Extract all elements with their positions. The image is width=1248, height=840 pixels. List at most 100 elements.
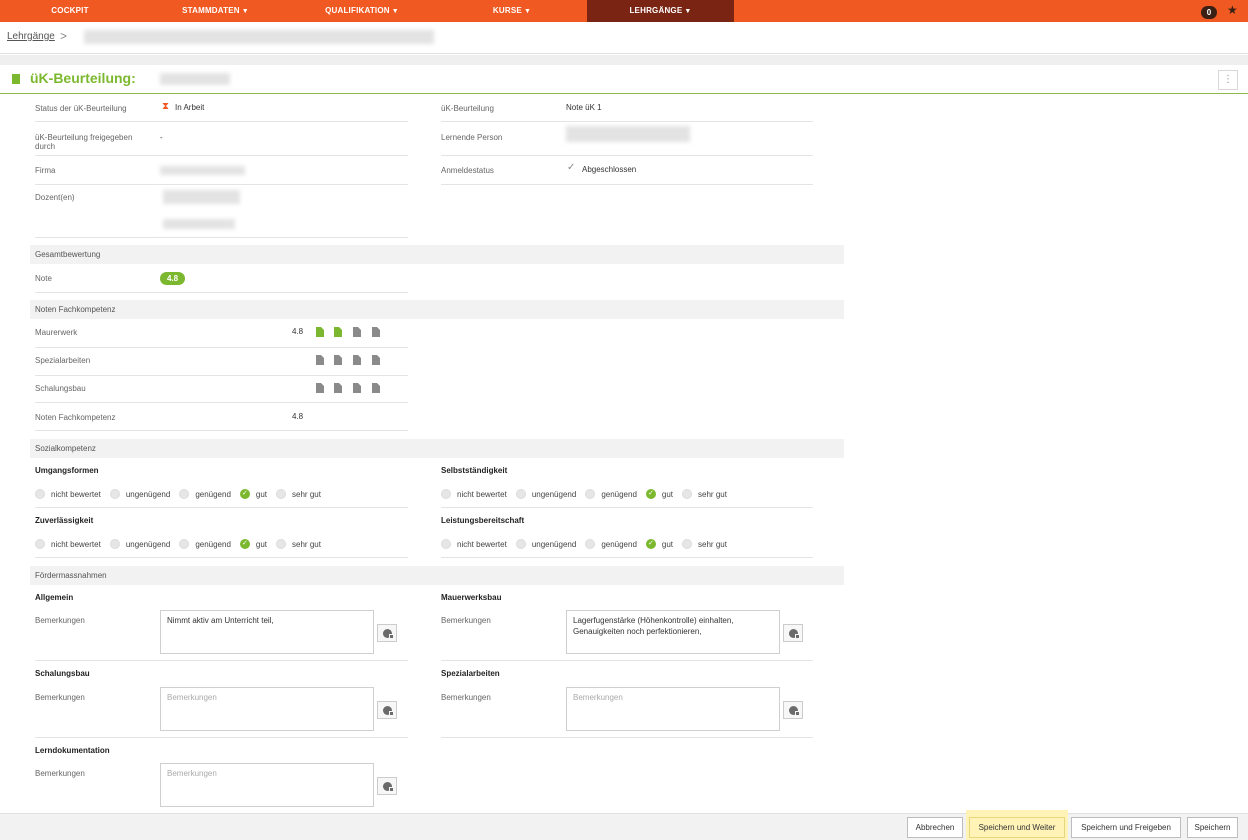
nav-kurse[interactable]: KURSE ▼ xyxy=(442,0,582,22)
divider xyxy=(35,184,408,185)
radio-button[interactable] xyxy=(35,539,45,549)
radio-button[interactable] xyxy=(276,539,287,549)
nav-lehrgaenge[interactable]: LEHRGÄNGE ▼ xyxy=(587,0,734,22)
radio-button[interactable] xyxy=(109,539,120,549)
breadcrumb-lehrgaenge-link[interactable]: Lehrgänge xyxy=(7,31,55,42)
mauerwerksbau-remarks-textarea[interactable]: Lagerfugenstärke (Höhenkontrolle) einhal… xyxy=(566,610,780,654)
selbststaendigkeit-radio-group: nicht bewertet ungenügend genügend ✓ gut … xyxy=(441,488,736,500)
more-options-button[interactable]: ⋮ xyxy=(1218,70,1238,90)
option-gut[interactable]: ✓ gut xyxy=(239,489,267,499)
add-comment-button[interactable] xyxy=(783,624,803,642)
radio-checked-icon[interactable]: ✓ xyxy=(239,489,250,499)
option-sehr-gut[interactable]: sehr gut xyxy=(276,539,321,549)
radio-button[interactable] xyxy=(585,539,596,549)
document-icon[interactable] xyxy=(353,327,361,337)
document-icon[interactable] xyxy=(372,383,380,393)
radio-button[interactable] xyxy=(585,489,596,499)
allgemein-remarks-textarea[interactable]: Nimmt aktiv am Unterricht teil, xyxy=(160,610,374,654)
option-genuegend[interactable]: genügend xyxy=(179,539,231,549)
option-label: ungenügend xyxy=(531,489,577,499)
document-icon[interactable] xyxy=(372,355,380,365)
document-icon[interactable] xyxy=(316,327,324,337)
radio-button[interactable] xyxy=(682,539,693,549)
radio-checked-icon[interactable]: ✓ xyxy=(645,539,656,549)
spezialarbeiten-remarks-textarea[interactable]: Bemerkungen xyxy=(566,687,780,731)
document-icon[interactable] xyxy=(372,327,380,337)
option-nicht-bewertet[interactable]: nicht bewertet xyxy=(441,489,507,499)
nav-cockpit-label: COCKPIT xyxy=(51,6,89,15)
option-nicht-bewertet[interactable]: nicht bewertet xyxy=(35,539,101,549)
nav-cockpit[interactable]: COCKPIT xyxy=(0,0,140,22)
radio-button[interactable] xyxy=(515,489,526,499)
radio-button[interactable] xyxy=(35,489,45,499)
option-genuegend[interactable]: genügend xyxy=(585,539,637,549)
save-and-release-button[interactable]: Speichern und Freigeben xyxy=(1071,817,1181,838)
add-comment-button[interactable] xyxy=(377,624,397,642)
nav-stammdaten[interactable]: STAMMDATEN ▼ xyxy=(148,0,283,22)
document-icon[interactable] xyxy=(316,383,324,393)
caret-down-icon: ▼ xyxy=(241,8,249,15)
add-comment-button[interactable] xyxy=(783,701,803,719)
option-ungenuegend[interactable]: ungenügend xyxy=(515,539,576,549)
option-sehr-gut[interactable]: sehr gut xyxy=(276,489,321,499)
save-button[interactable]: Speichern xyxy=(1187,817,1238,838)
document-icon[interactable] xyxy=(334,327,342,337)
document-icon[interactable] xyxy=(353,355,361,365)
selbststaendigkeit-title: Selbstständigkeit xyxy=(441,466,508,475)
divider xyxy=(35,660,408,661)
fach-row-value: 4.8 xyxy=(292,327,304,336)
option-gut[interactable]: ✓ gut xyxy=(239,539,268,549)
option-gut[interactable]: ✓ gut xyxy=(645,539,673,549)
radio-button[interactable] xyxy=(179,539,190,549)
radio-button[interactable] xyxy=(515,539,526,549)
radio-button[interactable] xyxy=(109,489,120,499)
option-label: ungenügend xyxy=(125,489,171,499)
option-genuegend[interactable]: genügend xyxy=(179,489,231,499)
add-comment-button[interactable] xyxy=(377,701,397,719)
radio-button[interactable] xyxy=(179,489,190,499)
option-gut[interactable]: ✓ gut xyxy=(645,489,674,499)
schalungsbau-remarks-textarea[interactable]: Bemerkungen xyxy=(160,687,374,731)
dozent-label: Dozent(en) xyxy=(35,193,75,202)
radio-button[interactable] xyxy=(682,489,693,499)
option-sehr-gut[interactable]: sehr gut xyxy=(682,539,727,549)
divider xyxy=(441,121,813,122)
option-label: genügend xyxy=(195,489,231,499)
option-sehr-gut[interactable]: sehr gut xyxy=(682,489,727,499)
hourglass-icon: ⧗ xyxy=(162,101,170,112)
leistungsbereitschaft-radio-group: nicht bewertet ungenügend genügend ✓ gut … xyxy=(441,538,736,550)
divider xyxy=(35,155,408,156)
redacted-dozent-1 xyxy=(163,190,240,204)
document-icon[interactable] xyxy=(353,383,361,393)
divider xyxy=(441,660,813,661)
document-icon[interactable] xyxy=(316,355,324,365)
star-icon[interactable]: ★ xyxy=(1227,3,1238,17)
radio-checked-icon[interactable]: ✓ xyxy=(239,539,250,549)
option-ungenuegend[interactable]: ungenügend xyxy=(109,539,170,549)
option-genuegend[interactable]: genügend xyxy=(585,489,637,499)
cancel-button[interactable]: Abbrechen xyxy=(907,817,963,838)
option-label: gut xyxy=(661,489,674,499)
option-ungenuegend[interactable]: ungenügend xyxy=(515,489,577,499)
option-nicht-bewertet[interactable]: nicht bewertet xyxy=(441,539,507,549)
caret-down-icon: ▼ xyxy=(684,8,692,15)
nav-qualifikation[interactable]: QUALIFIKATION ▼ xyxy=(292,0,432,22)
add-comment-button[interactable] xyxy=(377,777,397,795)
document-icon[interactable] xyxy=(334,383,342,393)
option-nicht-bewertet[interactable]: nicht bewertet xyxy=(35,489,101,499)
divider xyxy=(35,347,408,348)
notification-badge[interactable]: 0 xyxy=(1201,6,1217,19)
save-and-next-button[interactable]: Speichern und Weiter xyxy=(969,817,1065,838)
divider xyxy=(35,557,408,558)
lerndokumentation-remarks-textarea[interactable]: Bemerkungen xyxy=(160,763,374,807)
note-label: Note xyxy=(35,274,52,283)
option-label: genügend xyxy=(601,539,637,549)
mauerwerksbau-title: Mauerwerksbau xyxy=(441,593,502,602)
radio-button[interactable] xyxy=(276,489,287,499)
option-label: gut xyxy=(255,539,268,549)
radio-button[interactable] xyxy=(441,489,451,499)
radio-checked-icon[interactable]: ✓ xyxy=(645,489,656,499)
radio-button[interactable] xyxy=(441,539,451,549)
document-icon[interactable] xyxy=(334,355,342,365)
option-ungenuegend[interactable]: ungenügend xyxy=(109,489,171,499)
